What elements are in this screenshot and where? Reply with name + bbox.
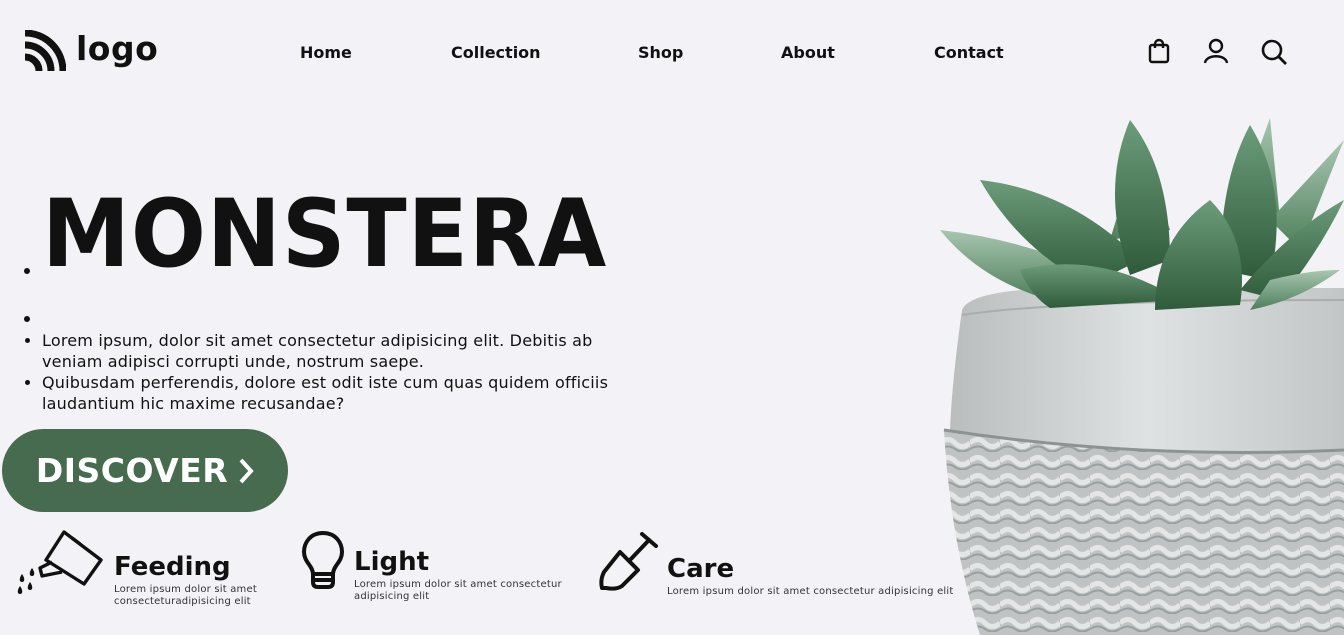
user-icon[interactable]: [1203, 38, 1229, 68]
feature-text: Lorem ipsum dolor sit amet consectetur a…: [667, 586, 954, 597]
feature-text: Lorem ipsum dolor sit amet consectetur a…: [354, 579, 562, 602]
chevron-right-icon: [239, 458, 254, 483]
discover-button[interactable]: DISCOVER: [2, 429, 288, 512]
logo-mark-icon: [24, 30, 66, 72]
search-icon[interactable]: [1260, 38, 1288, 70]
nav-collection[interactable]: Collection: [451, 43, 541, 62]
watering-can-icon: [17, 530, 103, 594]
hero-paragraph: Quibusdam perferendis, dolore est odit i…: [42, 372, 622, 414]
nav-home[interactable]: Home: [300, 43, 352, 62]
feature-title: Care: [667, 554, 735, 584]
logo[interactable]: logo: [22, 30, 158, 72]
shopping-bag-icon[interactable]: [1148, 38, 1170, 68]
feature-title: Feeding: [114, 552, 231, 582]
nav-about[interactable]: About: [781, 43, 835, 62]
hero-description-list: Lorem ipsum, dolor sit amet consectetur …: [24, 330, 622, 414]
feature-text: Lorem ipsum dolor sit amet consecteturad…: [114, 584, 257, 607]
hero-paragraph: Lorem ipsum, dolor sit amet consectetur …: [42, 330, 622, 372]
bullet-marker: [24, 268, 30, 274]
nav-shop[interactable]: Shop: [638, 43, 683, 62]
feature-title: Light: [354, 547, 430, 577]
nav-contact[interactable]: Contact: [934, 43, 1004, 62]
succulent-plant-image: [940, 118, 1344, 635]
bullet-marker: [24, 316, 30, 322]
light-bulb-icon: [302, 531, 344, 589]
shovel-icon: [599, 532, 658, 591]
discover-button-label: DISCOVER: [35, 451, 229, 490]
logo-text: logo: [76, 28, 159, 68]
hero-title: MONSTERA: [42, 180, 608, 289]
